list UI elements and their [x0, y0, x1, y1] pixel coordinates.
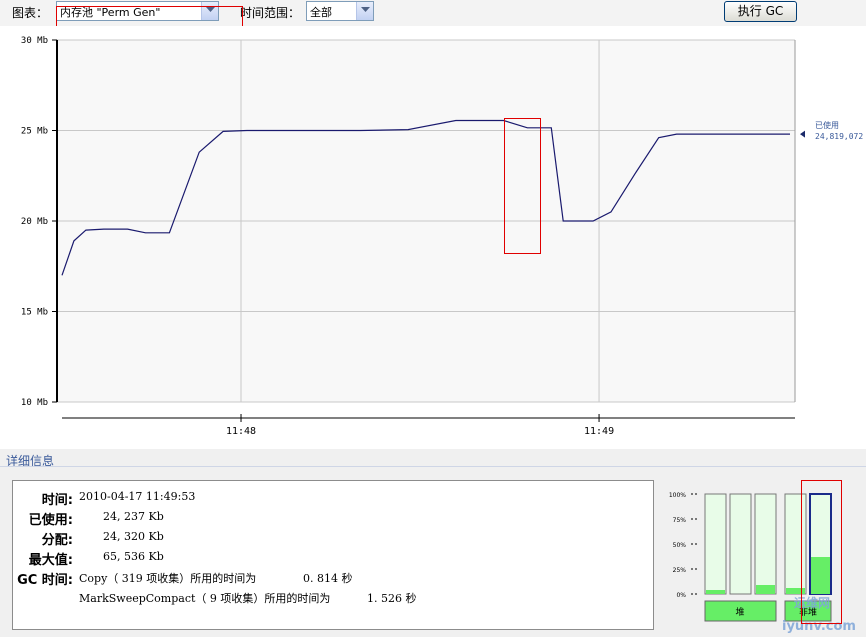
- range-label: 时间范围：: [240, 6, 301, 20]
- pool-bar-fill: [706, 590, 725, 594]
- max-label: 最大值:: [28, 553, 73, 568]
- pool-bar: [704, 493, 727, 595]
- y-tick-label: 20 Mb: [21, 217, 48, 227]
- chevron-down-icon[interactable]: [356, 2, 373, 20]
- y-tick-label: 10 Mb: [21, 398, 48, 408]
- pool-tick-label: 75%: [673, 517, 687, 524]
- pool-bar: [754, 493, 777, 595]
- pool-tick-label: 25%: [673, 567, 687, 574]
- x-tick-label: 11:49: [584, 426, 614, 437]
- pool-bar-fill: [756, 585, 775, 594]
- x-tick-label: 11:48: [226, 426, 256, 437]
- used-label: 已使用:: [28, 513, 73, 528]
- max-value: 65, 536 Kb: [103, 550, 164, 563]
- pool-bar: [729, 493, 752, 595]
- memory-chart: 30 Mb 25 Mb 20 Mb 15 Mb 10 Mb 11:48 11:49 已使用 24…: [0, 26, 866, 449]
- highlight-box: [801, 480, 842, 624]
- legend-title: 已使用: [815, 120, 839, 130]
- range-select-value: 全部: [310, 6, 332, 19]
- details-panel: 时间: 2010-04-17 11:49:53 已使用: 24, 237 Kb …: [12, 480, 654, 630]
- y-tick-label: 25 Mb: [21, 127, 48, 137]
- pool-tick-label: 0%: [676, 592, 686, 599]
- time-label: 时间:: [41, 493, 73, 508]
- pool-tick-label: 50%: [673, 542, 687, 549]
- heap-label: 堆: [735, 607, 744, 618]
- legend-value: 24,819,072: [815, 132, 863, 141]
- divider: [0, 466, 866, 467]
- range-select[interactable]: 全部: [306, 1, 374, 21]
- gc-time-label: GC 时间:: [17, 573, 73, 588]
- highlight-box: [504, 118, 541, 254]
- gc-marksweep-value: 1. 526 秒: [367, 592, 417, 605]
- allocated-label: 分配:: [41, 533, 73, 548]
- gc-copy-value: 0. 814 秒: [303, 572, 353, 585]
- chart-canvas: 30 Mb 25 Mb 20 Mb 15 Mb 10 Mb 11:48 11:49 已使用 24…: [21, 36, 863, 437]
- gc-marksweep-text: MarkSweepCompact（ 9 项收集）所用的时间为: [79, 592, 331, 605]
- chart-label: 图表：: [12, 6, 49, 20]
- perform-gc-button[interactable]: 执行 GC: [724, 1, 797, 22]
- time-value: 2010-04-17 11:49:53: [79, 490, 196, 503]
- gc-copy-text: Copy（ 319 项收集）所用的时间为: [79, 572, 257, 585]
- pool-tick-label: 100%: [669, 492, 686, 499]
- y-tick-label: 15 Mb: [21, 308, 48, 318]
- y-tick-label: 30 Mb: [21, 36, 48, 46]
- used-value: 24, 237 Kb: [103, 510, 164, 523]
- allocated-value: 24, 320 Kb: [103, 530, 164, 543]
- legend-marker-icon: [800, 130, 805, 138]
